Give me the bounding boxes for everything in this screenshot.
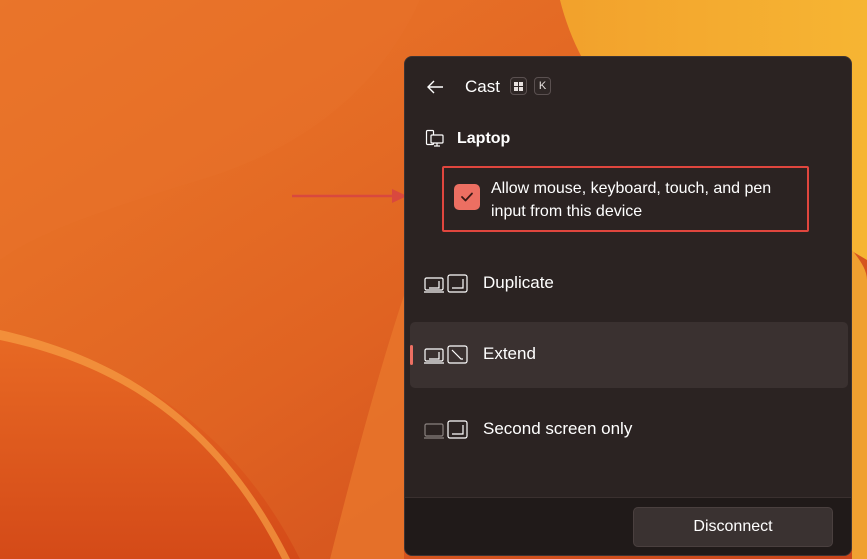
device-name: Laptop xyxy=(457,130,511,147)
panel-footer: Disconnect xyxy=(405,497,851,555)
arrow-left-icon xyxy=(427,80,443,94)
allow-input-checkbox[interactable] xyxy=(454,184,480,210)
mode-extend[interactable]: Extend xyxy=(410,322,848,388)
desktop-background: Cast K Laptop Allow mouse, keyboard, tou… xyxy=(0,0,867,559)
mode-duplicate[interactable]: Duplicate xyxy=(410,251,848,317)
k-key-badge: K xyxy=(534,77,551,95)
windows-key-badge xyxy=(510,77,527,95)
selection-indicator xyxy=(410,345,413,365)
extend-display-icon xyxy=(424,345,468,364)
device-header: Laptop xyxy=(425,127,510,151)
mode-second-screen-only[interactable]: Second screen only xyxy=(410,397,848,463)
second-screen-only-icon xyxy=(424,420,468,439)
panel-title: Cast xyxy=(465,77,500,96)
laptop-desktop-icon xyxy=(425,129,444,147)
allow-input-label: Allow mouse, keyboard, touch, and pen in… xyxy=(491,180,772,220)
cast-panel: Cast K Laptop Allow mouse, keyboard, tou… xyxy=(404,56,852,556)
windows-logo-icon xyxy=(514,81,523,91)
disconnect-button[interactable]: Disconnect xyxy=(633,507,833,547)
duplicate-display-icon xyxy=(424,274,468,293)
mode-label: Second screen only xyxy=(483,419,633,438)
mode-label: Duplicate xyxy=(483,273,554,292)
annotation-arrow-icon xyxy=(292,189,407,203)
back-button[interactable] xyxy=(421,73,449,101)
mode-label: Extend xyxy=(483,344,536,363)
checkmark-icon xyxy=(461,192,473,202)
panel-header: Cast K xyxy=(405,71,851,103)
